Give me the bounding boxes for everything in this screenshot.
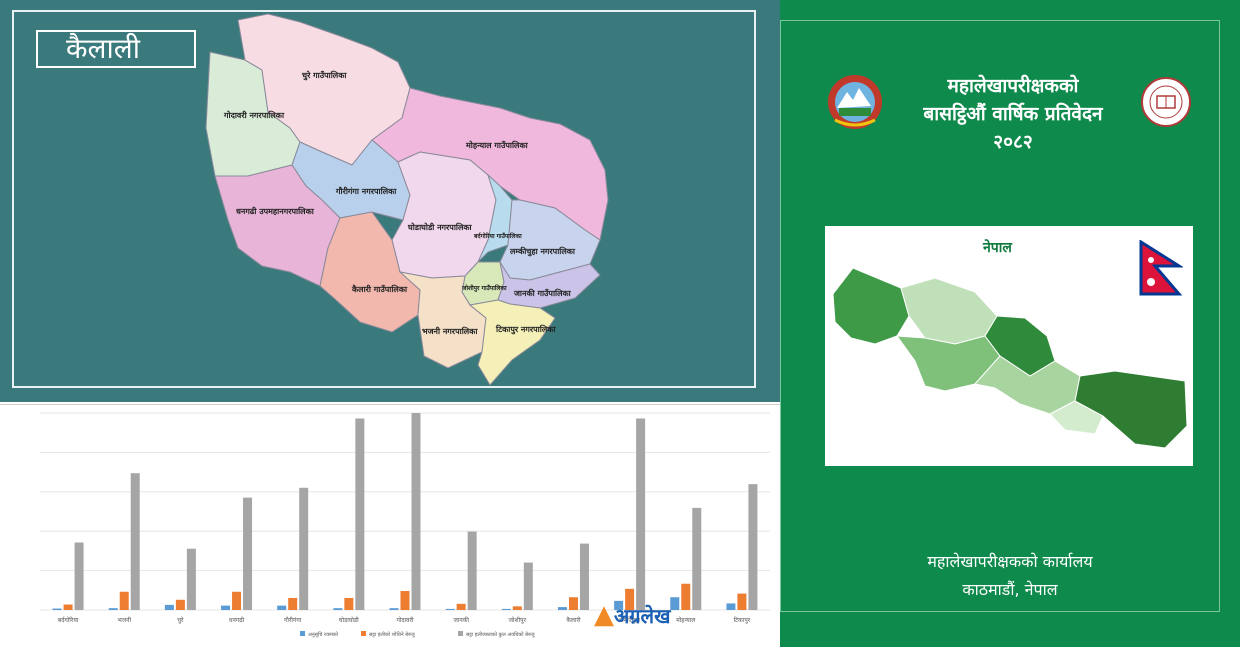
bar-2	[344, 597, 354, 610]
bar-3	[467, 531, 477, 610]
legend-swatch	[458, 631, 463, 636]
nepal-map-inset: नेपाल	[825, 226, 1193, 466]
legend-swatch	[361, 631, 366, 636]
category-label: जोशीपुर	[509, 616, 527, 624]
map-label-dhangadhi: धनगढी उपमहानगरपालिका	[236, 206, 315, 216]
bar-2	[288, 597, 298, 610]
bar-2	[175, 599, 185, 610]
nepal-emblem-icon	[828, 75, 882, 129]
bar-3	[748, 484, 758, 610]
bar-3	[243, 497, 253, 610]
map-label-bardagoriya: बर्दगोरिया गाउँपालिका	[473, 232, 522, 240]
province-koshi	[1074, 370, 1188, 449]
bar-2	[232, 591, 242, 610]
bar-1	[726, 603, 736, 610]
category-label: घोडाघोडी	[339, 616, 359, 624]
bar-1	[670, 597, 680, 610]
bar-3	[130, 473, 140, 610]
category-label: गोदावरी	[396, 616, 413, 624]
bar-2	[512, 606, 522, 610]
bar-2	[63, 604, 73, 610]
legend-label: सट्टा हलीजस्ताको कुल अवधिको बेरुजु	[466, 631, 536, 638]
legend-swatch	[300, 631, 305, 636]
category-label: धनगढी	[229, 616, 245, 624]
report-year: २०८२	[993, 131, 1033, 153]
map-label-gauriganga: गौरीगंगा नगरपालिका	[335, 186, 397, 196]
bar-1	[501, 608, 511, 610]
map-label-mohanyal: मोहन्याल गाउँपालिका	[465, 140, 529, 150]
oag-seal-icon	[1141, 77, 1191, 127]
province-karnali	[900, 277, 998, 345]
map-label-tikapur: टिकापुर नगरपालिका	[495, 324, 556, 335]
bar-3	[579, 543, 589, 610]
watermark-logo-icon: ▲	[594, 600, 614, 630]
category-label: मोहन्याल	[676, 616, 696, 624]
bar-2	[568, 597, 578, 610]
category-label: भजनी	[117, 616, 131, 624]
bar-2	[119, 591, 129, 610]
bar-3	[355, 418, 365, 610]
nepal-map	[832, 267, 1188, 449]
bar-2	[456, 603, 466, 610]
map-unit-tikapur	[468, 299, 556, 386]
bar-1	[164, 604, 174, 610]
report-cover: महालेखापरीक्षकको बासट्ठिऔं वार्षिक प्रति…	[780, 0, 1240, 647]
legend-label: सट्टा हलीको शोधिने बेरुजु	[369, 631, 416, 638]
district-map: चुरे गाउँपालिका गोदावरी नगरपालिका मोहन्य…	[205, 13, 609, 386]
bar-3	[523, 562, 533, 610]
province-sudurpashchim	[832, 267, 910, 345]
bar-2	[681, 583, 691, 610]
legend-label: अनुसूचि रकमको	[308, 631, 339, 638]
bar-3	[299, 487, 309, 610]
bar-1	[557, 607, 567, 610]
report-title-line-2: बासट्ठिऔं वार्षिक प्रतिवेदन	[923, 103, 1103, 125]
bar-2	[400, 591, 410, 610]
office-line-1: महालेखापरीक्षकको कार्यालय	[927, 552, 1093, 571]
map-label-godawari: गोदावरी नगरपालिका	[223, 110, 285, 120]
bar-1	[333, 608, 343, 610]
category-label: गौरीगंगा	[284, 616, 302, 624]
office-line-2: काठमाडौं, नेपाल	[962, 580, 1058, 599]
category-label: चुरे	[177, 616, 184, 624]
map-label-ghodaghodi: घोडाघोडी नगरपालिका	[407, 222, 473, 232]
bar-1	[389, 608, 399, 610]
bar-1	[445, 608, 455, 610]
map-label-kailari: कैलारी गाउँपालिका	[351, 284, 408, 294]
map-label-janaki: जानकी गाउँपालिका	[513, 288, 572, 298]
bar-3	[692, 507, 702, 610]
map-panel: कैलाली चुरे गाउँपालिका गोदावरी नगरपालिका…	[0, 0, 780, 402]
map-label-joshipur: जोशीपुर गाउँपालिका	[461, 284, 507, 292]
map-label-lamkichuha: लम्कीचुहा नगरपालिका	[509, 246, 576, 257]
category-label: टिकापुर	[734, 616, 751, 624]
watermark-text: अग्रलेख	[614, 604, 671, 628]
map-label-bhajani: भजनी नगरपालिका	[422, 326, 478, 336]
bar-3	[636, 418, 646, 610]
category-label: कैलारी	[566, 616, 581, 624]
map-label-chure: चुरे गाउँपालिका	[301, 70, 347, 81]
category-label: बर्दगोरिया	[58, 616, 79, 624]
bar-3	[411, 413, 421, 610]
bar-1	[277, 605, 287, 610]
bar-3	[186, 548, 196, 610]
category-label: जानकी	[453, 616, 469, 624]
report-title-line-1: महालेखापरीक्षकको	[947, 75, 1079, 97]
bar-1	[52, 608, 62, 610]
bar-3	[74, 542, 84, 610]
bar-2	[737, 593, 747, 610]
bar-1	[108, 608, 118, 610]
bar-1	[221, 605, 231, 610]
report-title: महालेखापरीक्षकको बासट्ठिऔं वार्षिक प्रति…	[888, 72, 1138, 156]
office-name: महालेखापरीक्षकको कार्यालय काठमाडौं, नेपा…	[880, 548, 1140, 604]
site-watermark: ▲अग्रलेख	[594, 600, 670, 630]
